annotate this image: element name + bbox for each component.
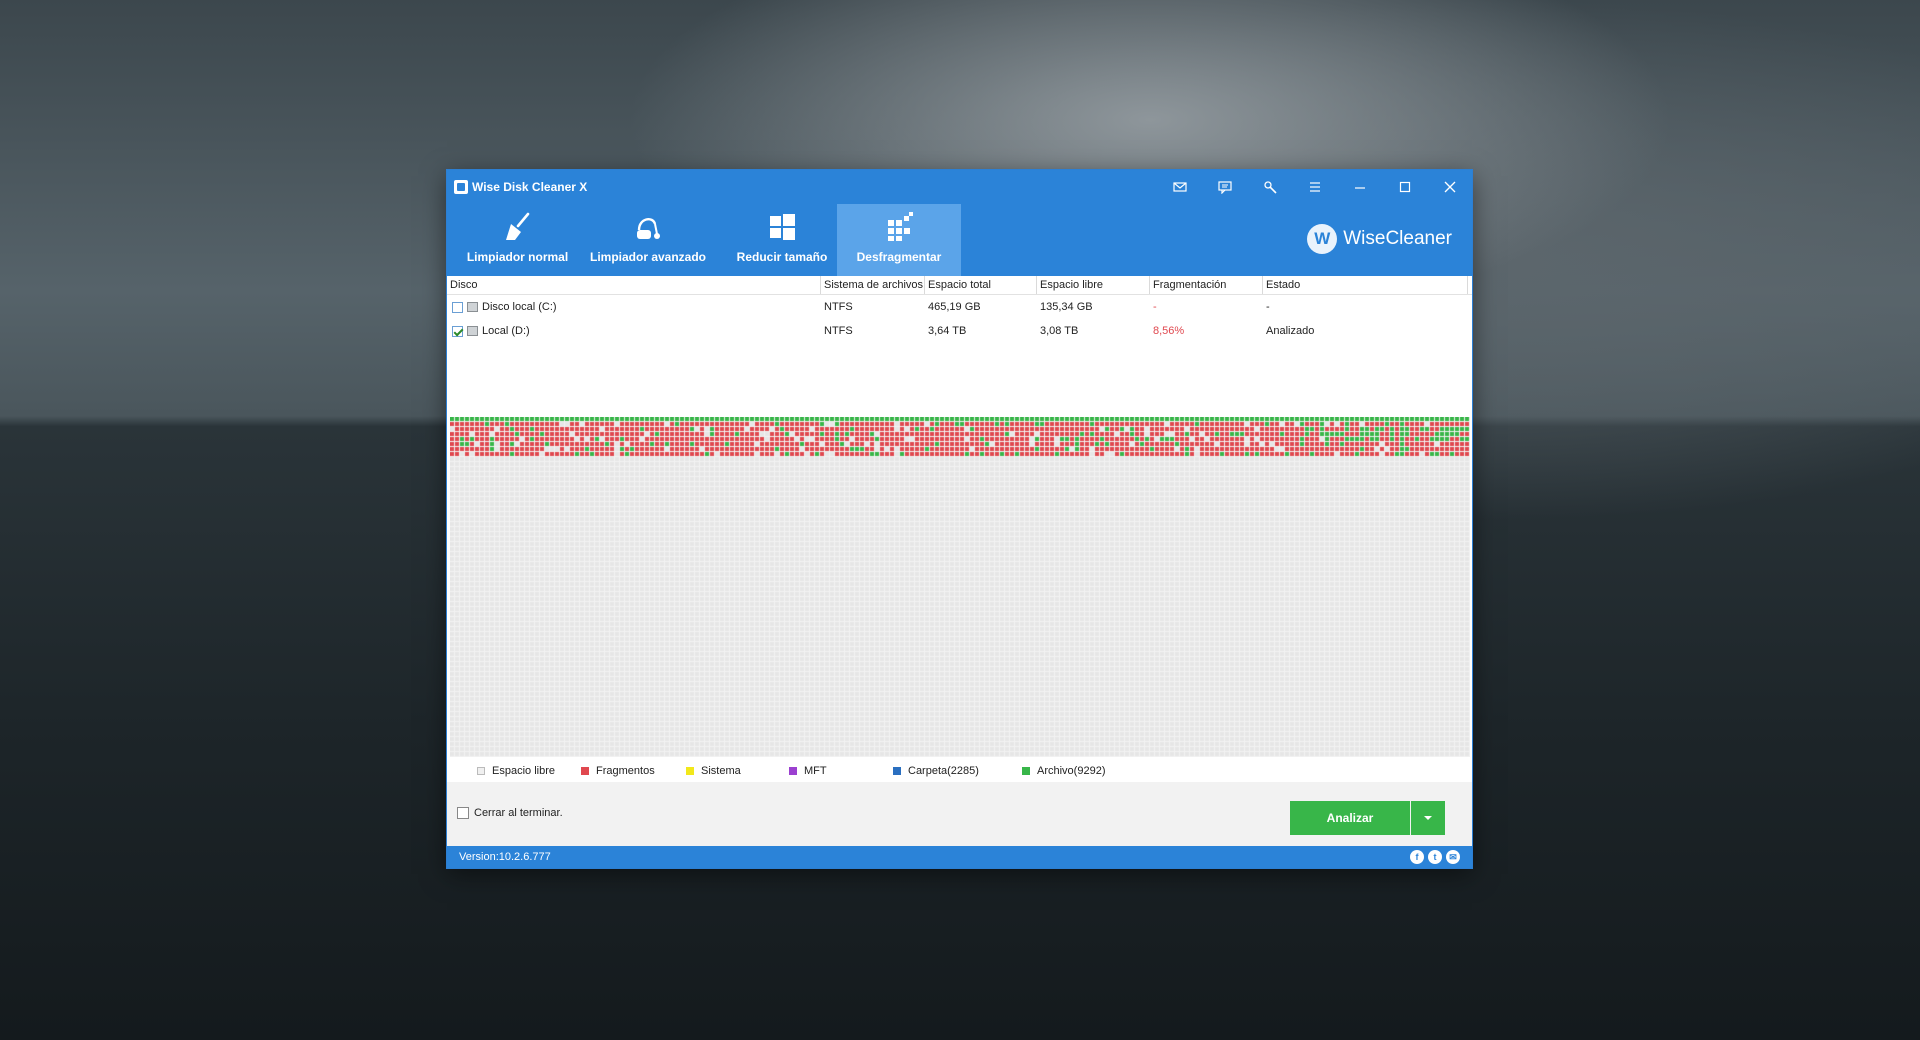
minimize-icon bbox=[1354, 187, 1365, 189]
status: - bbox=[1266, 301, 1270, 313]
app-icon bbox=[454, 180, 468, 194]
status-bar: Version:10.2.6.777 f t ✉ bbox=[447, 846, 1472, 868]
brand: W WiseCleaner bbox=[1307, 224, 1452, 254]
legend-item: Espacio libre bbox=[477, 765, 555, 777]
row-checkbox[interactable] bbox=[452, 301, 463, 313]
analyze-dropdown-button[interactable] bbox=[1411, 801, 1445, 835]
free-space: 135,34 GB bbox=[1040, 301, 1093, 313]
legend-item: Carpeta(2285) bbox=[893, 765, 979, 777]
title-bar: Wise Disk Cleaner X bbox=[447, 170, 1472, 204]
close-icon bbox=[1444, 181, 1455, 193]
legend-swatch bbox=[1022, 767, 1030, 775]
twitter-icon[interactable]: t bbox=[1428, 850, 1442, 864]
close-on-finish-option[interactable]: Cerrar al terminar. bbox=[457, 807, 563, 819]
disk-table: Disco Sistema de archivos Espacio total … bbox=[447, 276, 1472, 416]
social-links: f t ✉ bbox=[1410, 850, 1460, 864]
tab-desfragmentar[interactable]: Desfragmentar bbox=[837, 204, 961, 276]
minimize-button[interactable] bbox=[1337, 170, 1382, 204]
legend-swatch bbox=[789, 767, 797, 775]
drive-icon bbox=[467, 326, 478, 337]
column-header-fragmentacion[interactable]: Fragmentación bbox=[1150, 276, 1263, 294]
table-row[interactable]: Disco local (C:) NTFS 465,19 GB 135,34 G… bbox=[447, 295, 1472, 319]
total-space: 465,19 GB bbox=[928, 301, 981, 313]
column-header-espacio-total[interactable]: Espacio total bbox=[925, 276, 1037, 294]
disk-name: Disco local (C:) bbox=[482, 301, 557, 313]
legend-label: Carpeta(2285) bbox=[908, 765, 979, 777]
close-on-finish-checkbox[interactable] bbox=[457, 807, 469, 819]
legend-label: Espacio libre bbox=[492, 765, 555, 777]
legend: Espacio libre Fragmentos Sistema MFT Car… bbox=[447, 760, 1472, 782]
total-space: 3,64 TB bbox=[928, 325, 967, 337]
tab-label: Limpiador normal bbox=[466, 250, 569, 264]
table-header: Disco Sistema de archivos Espacio total … bbox=[447, 276, 1472, 295]
column-header-espacio-libre[interactable]: Espacio libre bbox=[1037, 276, 1150, 294]
column-header-estado[interactable]: Estado bbox=[1263, 276, 1468, 294]
vacuum-icon bbox=[637, 218, 660, 239]
status: Analizado bbox=[1266, 325, 1315, 337]
fragmentation: 8,56% bbox=[1153, 325, 1185, 337]
legend-swatch bbox=[686, 767, 694, 775]
facebook-icon[interactable]: f bbox=[1410, 850, 1424, 864]
legend-swatch bbox=[581, 767, 589, 775]
tab-limpiador-avanzado[interactable]: Limpiador avanzado bbox=[582, 204, 714, 276]
menu-button[interactable] bbox=[1292, 170, 1337, 204]
fragmentation: - bbox=[1153, 301, 1157, 313]
broom-icon bbox=[505, 212, 529, 240]
table-row[interactable]: Local (D:) NTFS 3,64 TB 3,08 TB 8,56% An… bbox=[447, 319, 1472, 343]
menu-icon bbox=[1309, 182, 1320, 192]
legend-item: MFT bbox=[789, 765, 827, 777]
column-header-sistema[interactable]: Sistema de archivos bbox=[821, 276, 925, 294]
maximize-button[interactable] bbox=[1382, 170, 1427, 204]
close-button[interactable] bbox=[1427, 170, 1472, 204]
legend-label: Fragmentos bbox=[596, 765, 655, 777]
cluster-map-canvas bbox=[450, 417, 1470, 757]
feedback-icon bbox=[1217, 181, 1232, 194]
legend-label: MFT bbox=[804, 765, 827, 777]
tools-button[interactable] bbox=[1247, 170, 1292, 204]
drive-icon bbox=[467, 302, 478, 313]
app-window: Wise Disk Cleaner X Limpiador normal Lim… bbox=[447, 170, 1472, 868]
tab-limpiador-normal[interactable]: Limpiador normal bbox=[459, 204, 576, 276]
legend-item: Fragmentos bbox=[581, 765, 655, 777]
footer: Cerrar al terminar. Analizar bbox=[447, 782, 1472, 846]
tools-icon bbox=[1263, 181, 1277, 194]
tab-label: Reducir tamaño bbox=[736, 250, 828, 264]
close-on-finish-label: Cerrar al terminar. bbox=[474, 807, 563, 819]
wisecleaner-logo: W bbox=[1307, 224, 1338, 254]
mail-icon bbox=[1172, 182, 1187, 192]
cluster-map bbox=[450, 417, 1470, 757]
feedback-button[interactable] bbox=[1202, 170, 1247, 204]
tab-label: Limpiador avanzado bbox=[589, 250, 707, 264]
legend-item: Sistema bbox=[686, 765, 741, 777]
analyze-button[interactable]: Analizar bbox=[1290, 801, 1410, 835]
version-label: Version:10.2.6.777 bbox=[459, 851, 551, 863]
file-system: NTFS bbox=[824, 301, 853, 313]
free-space: 3,08 TB bbox=[1040, 325, 1079, 337]
window-title: Wise Disk Cleaner X bbox=[472, 180, 588, 194]
legend-label: Archivo(9292) bbox=[1037, 765, 1106, 777]
legend-swatch bbox=[893, 767, 901, 775]
windows-icon bbox=[770, 214, 795, 240]
legend-label: Sistema bbox=[701, 765, 741, 777]
mail-button[interactable] bbox=[1157, 170, 1202, 204]
file-system: NTFS bbox=[824, 325, 853, 337]
legend-swatch bbox=[477, 767, 485, 775]
column-header-disco[interactable]: Disco bbox=[447, 276, 821, 294]
row-checkbox[interactable] bbox=[452, 325, 463, 337]
disk-name: Local (D:) bbox=[482, 325, 530, 337]
chevron-down-icon bbox=[1424, 816, 1432, 820]
defrag-icon bbox=[888, 212, 913, 241]
legend-item: Archivo(9292) bbox=[1022, 765, 1105, 777]
email-icon[interactable]: ✉ bbox=[1446, 850, 1460, 864]
brand-name: WiseCleaner bbox=[1343, 228, 1452, 249]
tab-reducir-tamano[interactable]: Reducir tamaño bbox=[720, 204, 844, 276]
maximize-icon bbox=[1399, 181, 1410, 193]
ribbon: Limpiador normal Limpiador avanzado Redu… bbox=[447, 204, 1472, 276]
tab-label: Desfragmentar bbox=[856, 250, 942, 264]
